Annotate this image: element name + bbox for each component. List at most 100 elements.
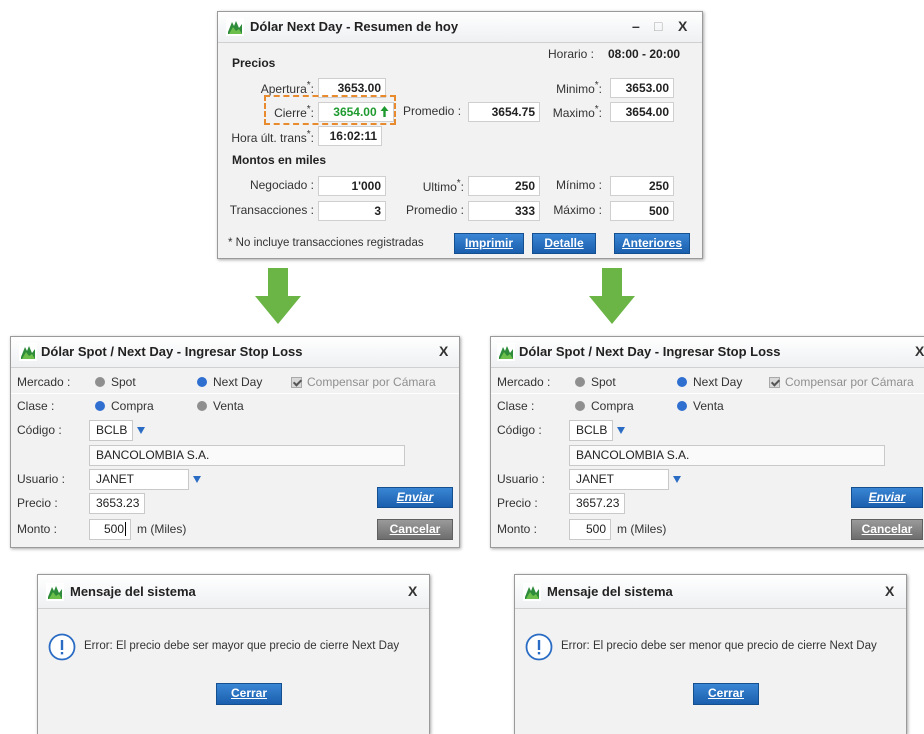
imprimir-button[interactable]: Imprimir (454, 233, 524, 254)
precio-input[interactable]: 3653.23 (89, 493, 145, 514)
spot-radio[interactable] (95, 377, 105, 387)
mercado-label: Mercado : (17, 375, 71, 389)
info-icon (525, 633, 553, 661)
spot-radio[interactable] (575, 377, 585, 387)
stop-loss-title: Dólar Spot / Next Day - Ingresar Stop Lo… (519, 344, 781, 359)
maximo-label: Maximo*: (552, 104, 602, 120)
precio-label: Precio : (17, 496, 58, 510)
stop-loss-title: Dólar Spot / Next Day - Ingresar Stop Lo… (41, 344, 303, 359)
maximo-monto-label: Máximo : (553, 203, 602, 217)
exchange-logo-icon (523, 583, 541, 601)
cierre-value: 3654.00 (318, 102, 394, 122)
venta-label: Venta (693, 399, 724, 413)
spot-label: Spot (111, 375, 136, 389)
message-title: Mensaje del sistema (70, 584, 196, 599)
message-titlebar[interactable]: Mensaje del sistema X (515, 575, 906, 609)
next-day-label: Next Day (213, 375, 263, 389)
stop-loss-titlebar[interactable]: Dólar Spot / Next Day - Ingresar Stop Lo… (491, 337, 924, 368)
monto-input[interactable]: 500 (569, 519, 611, 540)
exchange-logo-icon (226, 18, 244, 36)
minimo-value: 3653.00 (610, 78, 674, 98)
stop-loss-window-left: Dólar Spot / Next Day - Ingresar Stop Lo… (10, 336, 460, 548)
stop-loss-titlebar[interactable]: Dólar Spot / Next Day - Ingresar Stop Lo… (11, 337, 459, 368)
apertura-label: Apertura*: (260, 80, 314, 96)
hora-value: 16:02:11 (318, 126, 382, 146)
usuario-select[interactable]: JANET (569, 469, 669, 490)
cierre-label: Cierre*: (274, 104, 314, 120)
ultimo-value: 250 (468, 176, 540, 196)
divider (491, 393, 924, 394)
company-name-field: BANCOLOMBIA S.A. (569, 445, 885, 466)
close-icon[interactable]: X (915, 343, 924, 359)
promedio-label: Promedio : (403, 104, 462, 118)
enviar-button[interactable]: Enviar (851, 487, 923, 508)
arrow-down-left-icon (255, 268, 301, 324)
venta-radio[interactable] (677, 401, 687, 411)
monto-input[interactable]: 500 (89, 519, 131, 540)
codigo-label: Código : (497, 423, 542, 437)
horario-label: Horario : (548, 47, 595, 61)
summary-titlebar[interactable]: Dólar Next Day - Resumen de hoy – □ X (218, 12, 702, 43)
next-day-label: Next Day (693, 375, 743, 389)
chevron-down-icon[interactable] (669, 469, 687, 490)
system-message-left: Mensaje del sistema X Error: El precio d… (37, 574, 430, 734)
system-message-right: Mensaje del sistema X Error: El precio d… (514, 574, 907, 734)
venta-label: Venta (213, 399, 244, 413)
enviar-button[interactable]: Enviar (377, 487, 453, 508)
minimo-label: Minimo*: (556, 80, 602, 96)
minimo-monto-label: Mínimo : (555, 178, 602, 192)
venta-radio[interactable] (197, 401, 207, 411)
codigo-select[interactable]: BCLB (89, 420, 133, 441)
minimize-icon[interactable]: – (632, 18, 640, 34)
minimo-monto-value: 250 (610, 176, 674, 196)
negociado-label: Negociado : (249, 178, 314, 192)
precio-label: Precio : (497, 496, 538, 510)
hora-label: Hora últ. trans*: (231, 129, 314, 145)
monto-label: Monto : (497, 522, 538, 536)
close-icon[interactable]: X (439, 343, 448, 359)
mercado-label: Mercado : (497, 375, 551, 389)
precio-input[interactable]: 3657.23 (569, 493, 625, 514)
message-text: Error: El precio debe ser mayor que prec… (84, 640, 400, 652)
chevron-down-icon[interactable] (613, 420, 631, 441)
close-icon[interactable]: X (885, 583, 894, 599)
compensar-checkbox[interactable] (291, 377, 302, 388)
transacciones-value: 3 (318, 201, 386, 221)
monto-label: Monto : (17, 522, 58, 536)
promedio-value: 3654.75 (468, 102, 540, 122)
company-name-field: BANCOLOMBIA S.A. (89, 445, 405, 466)
exchange-logo-icon (497, 343, 515, 361)
codigo-select[interactable]: BCLB (569, 420, 613, 441)
arrow-up-icon (380, 106, 389, 117)
compensar-label: Compensar por Cámara (785, 375, 914, 389)
close-icon[interactable]: X (408, 583, 417, 599)
maximo-monto-value: 500 (610, 201, 674, 221)
divider (11, 393, 459, 394)
close-icon[interactable]: X (678, 18, 687, 34)
maximize-icon[interactable]: □ (654, 18, 662, 34)
cancelar-button[interactable]: Cancelar (851, 519, 923, 540)
next-day-radio[interactable] (677, 377, 687, 387)
cancelar-button[interactable]: Cancelar (377, 519, 453, 540)
usuario-select[interactable]: JANET (89, 469, 189, 490)
anteriores-button[interactable]: Anteriores (614, 233, 690, 254)
compensar-label: Compensar por Cámara (307, 375, 436, 389)
message-titlebar[interactable]: Mensaje del sistema X (38, 575, 429, 609)
usuario-label: Usuario : (17, 472, 66, 486)
promedio-monto-label: Promedio : (405, 203, 464, 217)
detalle-button[interactable]: Detalle (532, 233, 596, 254)
cerrar-button[interactable]: Cerrar (693, 683, 759, 705)
ultimo-label: Ultimo*: (422, 178, 464, 194)
compensar-checkbox[interactable] (769, 377, 780, 388)
compra-radio[interactable] (575, 401, 585, 411)
summary-window: Dólar Next Day - Resumen de hoy – □ X Ho… (217, 11, 703, 259)
chevron-down-icon[interactable] (133, 420, 151, 441)
next-day-radio[interactable] (197, 377, 207, 387)
summary-title: Dólar Next Day - Resumen de hoy (250, 19, 459, 34)
message-title: Mensaje del sistema (547, 584, 673, 599)
chevron-down-icon[interactable] (189, 469, 207, 490)
compra-label: Compra (591, 399, 634, 413)
compra-radio[interactable] (95, 401, 105, 411)
cerrar-button[interactable]: Cerrar (216, 683, 282, 705)
exchange-logo-icon (19, 343, 37, 361)
